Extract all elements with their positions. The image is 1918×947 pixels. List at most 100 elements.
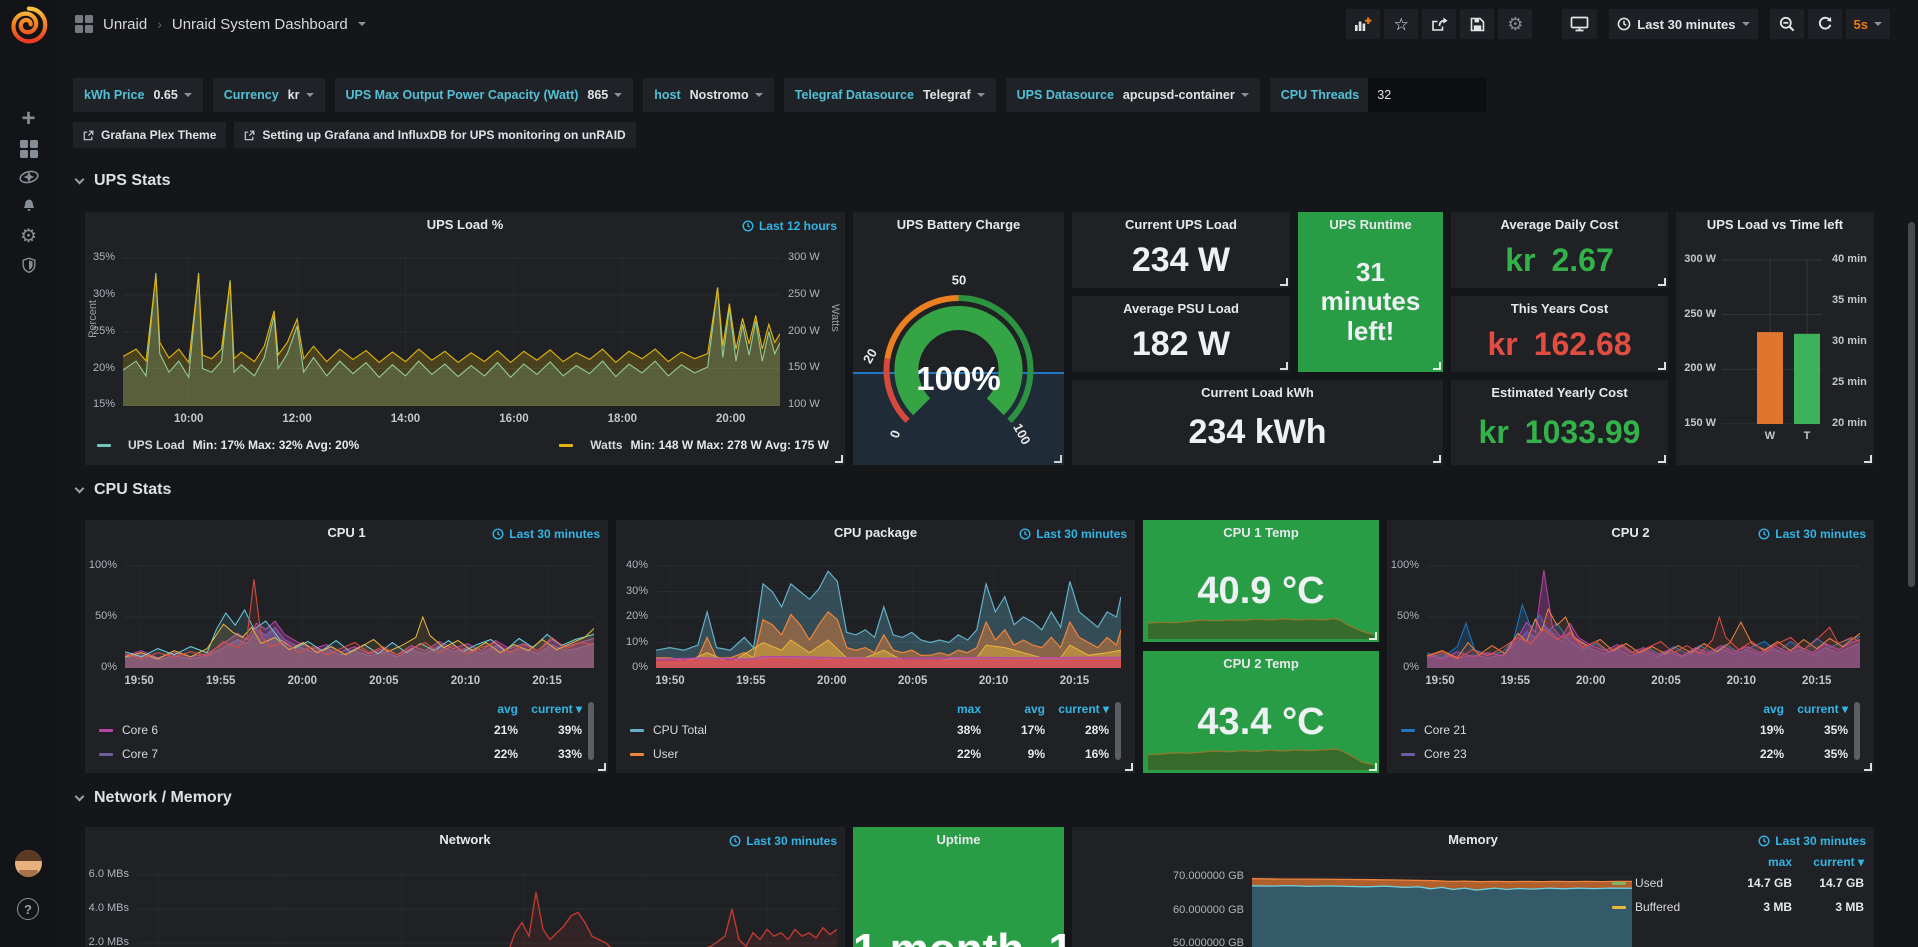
variable-value-dropdown[interactable]: kr	[288, 88, 314, 102]
time-range-picker[interactable]: Last 30 minutes	[1609, 9, 1757, 39]
variable-value-label: apcupsd-container	[1123, 88, 1235, 102]
legend-sort-column[interactable]: max	[917, 702, 981, 716]
legend-sort-column[interactable]: avg	[981, 702, 1045, 716]
page-scrollbar[interactable]	[1908, 222, 1915, 587]
ups-load-chart[interactable]	[123, 256, 780, 406]
legend-sort-column[interactable]: current ▾	[518, 702, 582, 716]
panel-title[interactable]: Current Load kWh	[1072, 380, 1443, 406]
panel-time-range[interactable]: Last 30 minutes	[729, 834, 837, 848]
legend-row: CPU Total38%17%28%	[630, 718, 1109, 742]
dashboard-link[interactable]: Setting up Grafana and InfluxDB for UPS …	[234, 122, 635, 148]
dashboards-icon[interactable]	[0, 135, 57, 163]
panel-time-range[interactable]: Last 30 minutes	[1758, 527, 1866, 541]
sidebar: + ⚙ ?	[0, 0, 57, 947]
variable-value-dropdown[interactable]: Telegraf	[923, 88, 985, 102]
panel-title[interactable]: Memory	[1072, 827, 1874, 853]
legend-series-name[interactable]: Core 6	[122, 723, 158, 737]
ups-bars-chart[interactable]	[1722, 258, 1822, 424]
panel-title[interactable]: UPS Battery Charge	[853, 212, 1064, 238]
panel-time-label: Last 12 hours	[759, 219, 837, 233]
template-variables-row: kWh Price0.65CurrencykrUPS Max Output Po…	[73, 78, 1486, 112]
legend-sort-column[interactable]: avg	[1720, 702, 1784, 716]
variable-value-label: Telegraf	[923, 88, 971, 102]
legend-scrollbar[interactable]	[588, 702, 594, 760]
cpu-package-chart[interactable]	[656, 562, 1121, 668]
legend-series-name[interactable]: CPU Total	[653, 723, 707, 737]
section-cpu-stats[interactable]: CPU Stats	[76, 481, 171, 499]
x-tick-label: 20:05	[898, 675, 927, 687]
legend-sort-column[interactable]: current ▾	[1792, 855, 1864, 869]
panel-title[interactable]: Estimated Yearly Cost	[1451, 380, 1668, 406]
panel-title[interactable]: CPU 1 Temp	[1143, 520, 1379, 546]
chevron-down-icon[interactable]	[358, 22, 366, 26]
legend-series-name[interactable]: Buffered	[1635, 900, 1680, 914]
legend-sort-column[interactable]: max	[1720, 855, 1792, 869]
section-network-memory[interactable]: Network / Memory	[76, 789, 232, 807]
network-chart[interactable]	[137, 868, 837, 947]
legend-series-name[interactable]: Used	[1635, 876, 1663, 890]
dashboard-settings-button[interactable]: ⚙	[1498, 9, 1532, 39]
cycle-view-monitor-button[interactable]	[1562, 9, 1597, 39]
legend-series-name[interactable]: User	[653, 747, 678, 761]
dashboard-title[interactable]: Unraid System Dashboard	[172, 16, 348, 33]
panel-time-range[interactable]: Last 12 hours	[742, 219, 837, 233]
star-button[interactable]: ☆	[1384, 9, 1418, 39]
panel-current-load-kwh: Current Load kWh 234 kWh	[1072, 380, 1443, 465]
grafana-logo-icon[interactable]	[8, 5, 48, 45]
dashboard-link[interactable]: Grafana Plex Theme	[73, 122, 226, 148]
refresh-button[interactable]	[1808, 9, 1842, 39]
panel-title[interactable]: UPS Runtime	[1298, 212, 1443, 238]
legend-series-name[interactable]: Core 21	[1424, 723, 1467, 737]
panel-title[interactable]: Average PSU Load	[1072, 296, 1290, 322]
panel-time-range[interactable]: Last 30 minutes	[1758, 834, 1866, 848]
legend-sort-column[interactable]: current ▾	[1045, 702, 1109, 716]
variable-input[interactable]: 32	[1368, 78, 1486, 112]
share-button[interactable]	[1422, 9, 1456, 39]
breadcrumb-app[interactable]: Unraid	[103, 16, 147, 33]
refresh-interval-picker[interactable]: 5s	[1846, 9, 1890, 39]
alerting-bell-icon[interactable]	[0, 192, 57, 220]
create-icon[interactable]: +	[0, 105, 57, 133]
clock-icon	[729, 835, 741, 847]
panel-title[interactable]: UPS Load vs Time left	[1676, 212, 1874, 238]
clock-icon	[742, 220, 754, 232]
variable-value-dropdown[interactable]: 0.65	[153, 88, 191, 102]
y-tick-label: 100 W	[788, 398, 848, 410]
panel-time-range[interactable]: Last 30 minutes	[1019, 527, 1127, 541]
panel-title[interactable]: UPS Load %	[85, 212, 845, 238]
explore-compass-icon[interactable]	[0, 163, 57, 191]
section-ups-stats[interactable]: UPS Stats	[76, 172, 170, 190]
panel-time-range[interactable]: Last 30 minutes	[492, 527, 600, 541]
variable-value-dropdown[interactable]: Nostromo	[690, 88, 763, 102]
server-admin-shield-icon[interactable]	[0, 251, 57, 279]
legend-series-name[interactable]: Watts	[590, 438, 622, 452]
legend-row: Core 722%33%	[99, 742, 582, 766]
cpu1-chart[interactable]	[125, 562, 594, 668]
chevron-down-icon	[75, 174, 85, 184]
legend-series-name[interactable]: Core 23	[1424, 747, 1467, 761]
panel-title[interactable]: Current UPS Load	[1072, 212, 1290, 238]
variable-value-dropdown[interactable]: 865	[587, 88, 622, 102]
add-panel-button[interactable]	[1346, 9, 1380, 39]
panel-current-ups-load: Current UPS Load 234 W	[1072, 212, 1290, 288]
user-avatar[interactable]	[15, 850, 42, 877]
zoom-out-button[interactable]	[1770, 9, 1804, 39]
help-icon[interactable]: ?	[17, 898, 39, 920]
panel-title[interactable]: Uptime	[853, 827, 1064, 853]
y-tick-label: 250 W	[788, 288, 848, 300]
legend-scrollbar[interactable]	[1854, 702, 1860, 760]
legend-series-name[interactable]: UPS Load	[128, 438, 185, 452]
legend-scrollbar[interactable]	[1115, 702, 1121, 760]
legend-sort-column[interactable]: avg	[454, 702, 518, 716]
panel-title[interactable]: Average Daily Cost	[1451, 212, 1668, 238]
panel-title[interactable]: CPU 2 Temp	[1143, 651, 1379, 677]
legend-sort-column[interactable]: current ▾	[1784, 702, 1848, 716]
variable-value-dropdown[interactable]: apcupsd-container	[1123, 88, 1249, 102]
save-button[interactable]	[1460, 9, 1494, 39]
panel-title[interactable]: This Years Cost	[1451, 296, 1668, 322]
configuration-gear-icon[interactable]: ⚙	[0, 222, 57, 250]
memory-chart[interactable]	[1252, 868, 1632, 947]
chevron-down-icon	[614, 93, 622, 97]
legend-series-name[interactable]: Core 7	[122, 747, 158, 761]
cpu2-chart[interactable]	[1427, 562, 1860, 668]
